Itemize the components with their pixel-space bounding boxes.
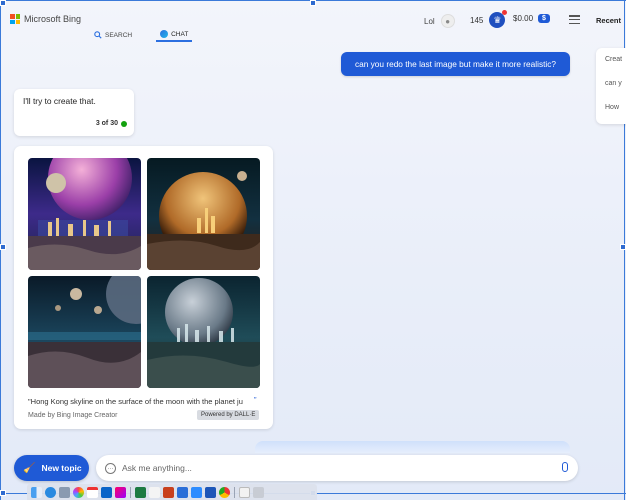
bot-message-bubble: I'll try to create that. 3 of 30 [14,89,134,136]
tab-chat[interactable]: CHAT [156,28,193,42]
recent-activity-panel: Creat can y How [596,48,626,124]
turn-counter: 3 of 30 [96,120,127,127]
chrome-icon[interactable] [219,486,230,498]
status-dot-icon [121,120,127,127]
resize-handle-right[interactable] [620,244,626,250]
powerpoint-icon[interactable] [163,486,174,498]
generated-image-1[interactable] [28,158,141,270]
calendar-icon[interactable] [87,486,98,498]
recent-title: Recent [596,16,622,25]
trophy-icon: ♛ [489,10,508,28]
microsoft-logo-icon [10,14,20,24]
bing-logo[interactable]: Microsoft Bing [10,14,81,24]
tab-search[interactable]: SEARCH [90,28,136,42]
new-topic-label: New topic [41,463,82,473]
dock [27,484,317,500]
window-frame-left [0,0,1,500]
generated-image-4[interactable] [147,276,260,388]
recent-item[interactable]: can y [596,72,626,96]
logo-text: Microsoft Bing [24,14,82,24]
tab-search-label: SEARCH [105,31,133,39]
new-topic-button[interactable]: 🧹 New topic [14,455,89,481]
dollar-badge-icon: $ [538,14,550,23]
app-icon[interactable] [59,486,70,498]
image-result-card: "Hong Kong skyline on the surface of the… [14,146,273,429]
music-icon[interactable] [149,486,160,498]
excel-icon[interactable] [135,486,146,498]
broom-icon: 🧹 [23,462,36,474]
avatar-icon: ● [440,14,455,28]
tab-chat-label: CHAT [171,30,189,38]
mode-tabs: SEARCH CHAT [90,28,193,42]
ask-box: … [96,455,578,481]
generated-image-2[interactable] [147,158,260,270]
balance-value: $0.00 [513,14,534,23]
user-message-bubble: can you redo the last image but make it … [341,52,570,76]
zoom-icon[interactable] [191,486,202,498]
bot-message-text: I'll try to create that. [23,96,96,106]
turn-counter-text: 3 of 30 [95,120,118,127]
word-icon[interactable] [205,486,216,498]
user-name: Lol [424,16,435,26]
resize-handle-bottom-left[interactable] [0,490,6,496]
outlook-icon[interactable] [101,486,112,498]
points-value: 145 [470,15,484,25]
dock-separator [130,486,131,498]
microphone-icon[interactable] [562,462,568,472]
app-icon[interactable] [115,486,126,498]
trash-icon[interactable] [253,486,264,498]
powered-by-badge: Powered by DALL·E [197,410,260,420]
made-by-label: Made by Bing Image Creator [28,412,118,419]
generated-image-3[interactable] [28,276,141,388]
balance-display[interactable]: $0.00 $ [513,14,550,23]
recent-item[interactable]: How [596,96,626,120]
document-icon[interactable] [239,486,250,498]
user-account[interactable]: Lol ● [424,14,455,28]
partial-message-bubble [255,441,570,453]
chat-bubble-icon: … [105,462,116,474]
ask-input[interactable] [122,463,542,473]
app-icon[interactable] [177,486,188,498]
dock-separator [234,486,235,498]
finder-icon[interactable] [31,486,42,498]
notification-dot [502,10,508,15]
recent-item[interactable]: Creat [596,48,626,72]
menu-hamburger-icon[interactable] [569,15,580,24]
chat-icon [160,30,169,38]
top-header: Microsoft Bing SEARCH CHAT Lol ● 145 ♛ $… [0,0,626,46]
rewards-points[interactable]: 145 ♛ [470,10,508,28]
resize-handle-left[interactable] [0,244,6,250]
photos-icon[interactable] [73,486,84,498]
safari-icon[interactable] [45,486,56,498]
image-caption[interactable]: "Hong Kong skyline on the surface of the… [28,397,260,406]
expand-caption-icon[interactable]: ” [254,395,257,404]
search-icon [94,31,102,39]
